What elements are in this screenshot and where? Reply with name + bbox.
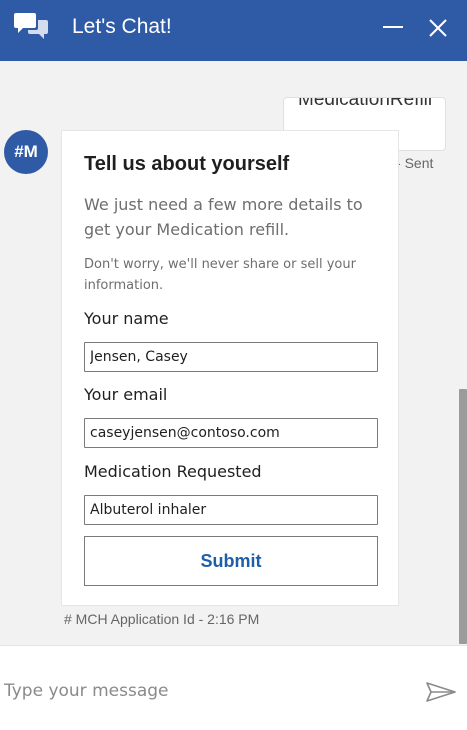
adaptive-card: Tell us about yourself We just need a fe… (61, 130, 399, 606)
card-privacy-note: Don't worry, we'll never share or sell y… (84, 257, 356, 293)
email-field[interactable] (84, 418, 378, 448)
sent-message-text: MedicationRefill (298, 97, 433, 110)
bot-avatar: #M (4, 130, 48, 174)
chat-title: Let's Chat! (72, 15, 172, 38)
card-title: Tell us about yourself (84, 153, 290, 175)
email-label: Your email (84, 385, 168, 404)
message-input[interactable] (4, 676, 404, 706)
send-icon[interactable] (424, 680, 458, 704)
submit-button[interactable]: Submit (84, 536, 378, 586)
chat-bubbles-icon (14, 13, 48, 39)
message-composer (0, 645, 467, 730)
chat-header: Let's Chat! (0, 0, 467, 61)
name-label: Your name (84, 309, 169, 328)
medication-label: Medication Requested (84, 462, 262, 481)
card-subtitle: We just need a few more details to get y… (84, 195, 363, 239)
transcript-scrollbar[interactable] (459, 389, 467, 644)
name-field[interactable] (84, 342, 378, 372)
medication-field[interactable] (84, 495, 378, 525)
card-timestamp: # MCH Application Id - 2:16 PM (64, 611, 260, 627)
close-icon[interactable] (424, 14, 454, 44)
minimize-icon[interactable] (378, 14, 408, 44)
